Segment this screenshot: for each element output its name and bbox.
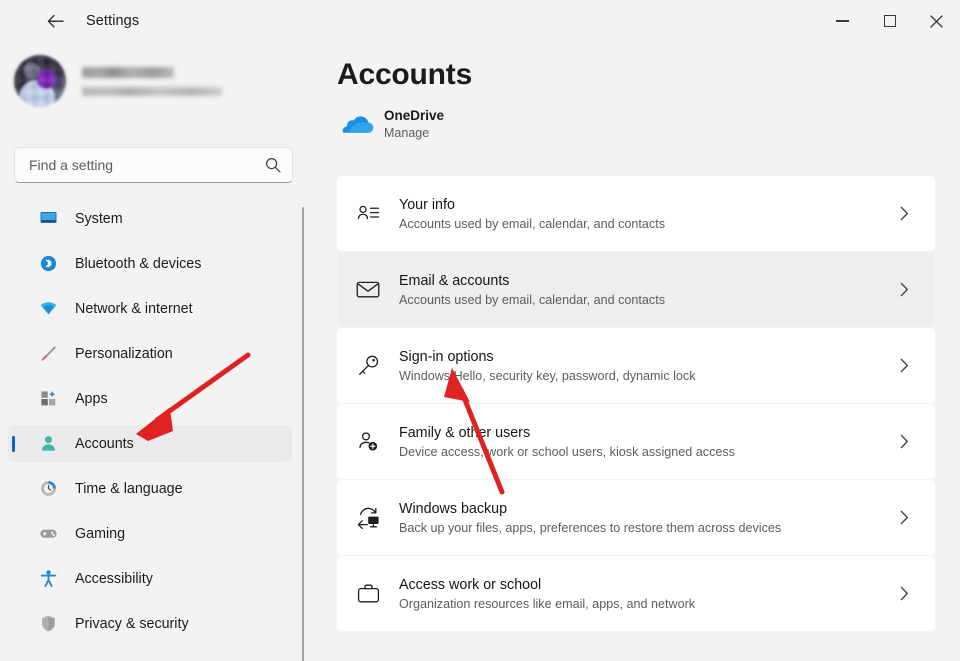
title-bar: Settings <box>0 0 960 42</box>
settings-window: Settings Find a setting System Bluetooth… <box>0 0 960 661</box>
chevron-right-icon[interactable] <box>891 282 917 297</box>
briefcase-icon <box>337 583 399 604</box>
settings-row-title: Family & other users <box>399 424 531 441</box>
sidebar-item-system[interactable]: System <box>8 200 292 237</box>
backup-icon <box>337 506 399 529</box>
sidebar-item-label: Network & internet <box>75 300 193 317</box>
sidebar-item-label: Gaming <box>75 525 126 542</box>
chevron-right-icon[interactable] <box>891 586 917 601</box>
sidebar-item-accessibility[interactable]: Accessibility <box>8 560 292 597</box>
settings-row-text: Sign-in options Windows Hello, security … <box>399 349 891 383</box>
user-email <box>82 86 222 96</box>
settings-row-windows-backup[interactable]: Windows backup Back up your files, apps,… <box>337 480 935 555</box>
search-input[interactable] <box>29 157 265 173</box>
onedrive-manage-link[interactable]: Manage <box>384 126 444 140</box>
paintbrush-icon <box>38 344 58 364</box>
apps-grid-icon <box>38 389 58 409</box>
settings-row-text: Email & accounts Accounts used by email,… <box>399 273 891 307</box>
sidebar-item-label: Time & language <box>75 480 183 497</box>
sidebar-item-label: Privacy & security <box>75 615 189 632</box>
person-icon <box>38 434 58 454</box>
sidebar-item-gaming[interactable]: Gaming <box>8 515 292 552</box>
chevron-right-icon[interactable] <box>891 434 917 449</box>
onedrive-cloud-icon <box>338 113 376 135</box>
sidebar-item-label: Bluetooth & devices <box>75 255 202 272</box>
key-icon <box>337 354 399 377</box>
settings-row-text: Access work or school Organization resou… <box>399 577 891 611</box>
chevron-right-icon[interactable] <box>891 510 917 525</box>
settings-row-subtitle: Accounts used by email, calendar, and co… <box>399 216 666 231</box>
settings-row-subtitle: Back up your files, apps, preferences to… <box>399 520 782 535</box>
sidebar-item-personalization[interactable]: Personalization <box>8 335 292 372</box>
user-name <box>82 66 174 78</box>
user-account-card[interactable] <box>14 55 222 107</box>
settings-row-subtitle: Windows Hello, security key, password, d… <box>399 368 696 383</box>
sidebar-item-bluetooth-devices[interactable]: Bluetooth & devices <box>8 245 292 282</box>
onedrive-card[interactable]: OneDrive Manage <box>338 108 444 140</box>
sidebar-item-label: Apps <box>75 390 108 407</box>
settings-row-text: Your info Accounts used by email, calend… <box>399 197 891 231</box>
settings-row-family-other-users[interactable]: Family & other users Device access, work… <box>337 404 935 479</box>
chevron-right-icon[interactable] <box>891 358 917 373</box>
sidebar-item-label: Personalization <box>75 345 173 362</box>
settings-row-text: Family & other users Device access, work… <box>399 425 891 459</box>
settings-row-title: Access work or school <box>399 576 542 593</box>
sidebar-item-label: Accessibility <box>75 570 153 587</box>
settings-row-title: Your info <box>399 196 455 213</box>
close-icon <box>930 14 943 28</box>
selection-indicator <box>12 435 15 452</box>
settings-row-email-accounts[interactable]: Email & accounts Accounts used by email,… <box>337 252 935 327</box>
settings-row-your-info[interactable]: Your info Accounts used by email, calend… <box>337 176 935 251</box>
sidebar: System Bluetooth & devices <box>0 42 305 661</box>
settings-list: Your info Accounts used by email, calend… <box>337 176 935 632</box>
onedrive-text: OneDrive Manage <box>384 108 444 140</box>
close-button[interactable] <box>913 0 960 42</box>
gamepad-icon <box>38 524 58 544</box>
settings-row-subtitle: Accounts used by email, calendar, and co… <box>399 292 666 307</box>
settings-row-title: Email & accounts <box>399 272 510 289</box>
back-button[interactable] <box>38 6 72 36</box>
sidebar-item-label: Accounts <box>75 435 134 452</box>
person-add-icon <box>337 430 399 453</box>
back-arrow-icon <box>47 14 64 29</box>
settings-row-subtitle: Device access, work or school users, kio… <box>399 444 735 459</box>
monitor-icon <box>38 209 58 229</box>
sidebar-nav: System Bluetooth & devices Network & int… <box>0 200 304 661</box>
envelope-icon <box>337 280 399 299</box>
page-title: Accounts <box>337 58 473 91</box>
settings-row-title: Sign-in options <box>399 348 494 365</box>
window-title: Settings <box>86 13 140 29</box>
sidebar-item-network-internet[interactable]: Network & internet <box>8 290 292 327</box>
settings-row-sign-in-options[interactable]: Sign-in options Windows Hello, security … <box>337 328 935 403</box>
shield-icon <box>38 614 58 634</box>
user-text <box>82 66 222 96</box>
person-list-icon <box>337 203 399 224</box>
search-box[interactable] <box>14 147 293 183</box>
chevron-right-icon[interactable] <box>891 206 917 221</box>
avatar <box>14 55 66 107</box>
onedrive-name: OneDrive <box>384 108 445 123</box>
settings-row-access-work-school[interactable]: Access work or school Organization resou… <box>337 556 935 631</box>
sidebar-item-windows-update[interactable]: Windows Update <box>8 650 292 661</box>
clock-icon <box>38 479 58 499</box>
accessibility-icon <box>38 569 58 589</box>
settings-row-text: Windows backup Back up your files, apps,… <box>399 501 891 535</box>
sidebar-item-label: System <box>75 210 123 227</box>
search-icon[interactable] <box>265 157 281 173</box>
minimize-button[interactable] <box>819 0 866 42</box>
maximize-icon <box>883 15 896 27</box>
settings-row-title: Windows backup <box>399 500 508 517</box>
sidebar-item-apps[interactable]: Apps <box>8 380 292 417</box>
window-controls <box>819 0 960 42</box>
main-content: Accounts OneDrive Manage Your info Accou… <box>304 42 960 661</box>
sidebar-item-privacy-security[interactable]: Privacy & security <box>8 605 292 642</box>
settings-row-subtitle: Organization resources like email, apps,… <box>399 596 696 611</box>
maximize-button[interactable] <box>866 0 913 42</box>
bluetooth-icon <box>38 254 58 274</box>
sidebar-item-accounts[interactable]: Accounts <box>8 425 292 462</box>
wifi-icon <box>38 299 58 319</box>
sidebar-item-time-language[interactable]: Time & language <box>8 470 292 507</box>
minimize-icon <box>836 20 849 22</box>
